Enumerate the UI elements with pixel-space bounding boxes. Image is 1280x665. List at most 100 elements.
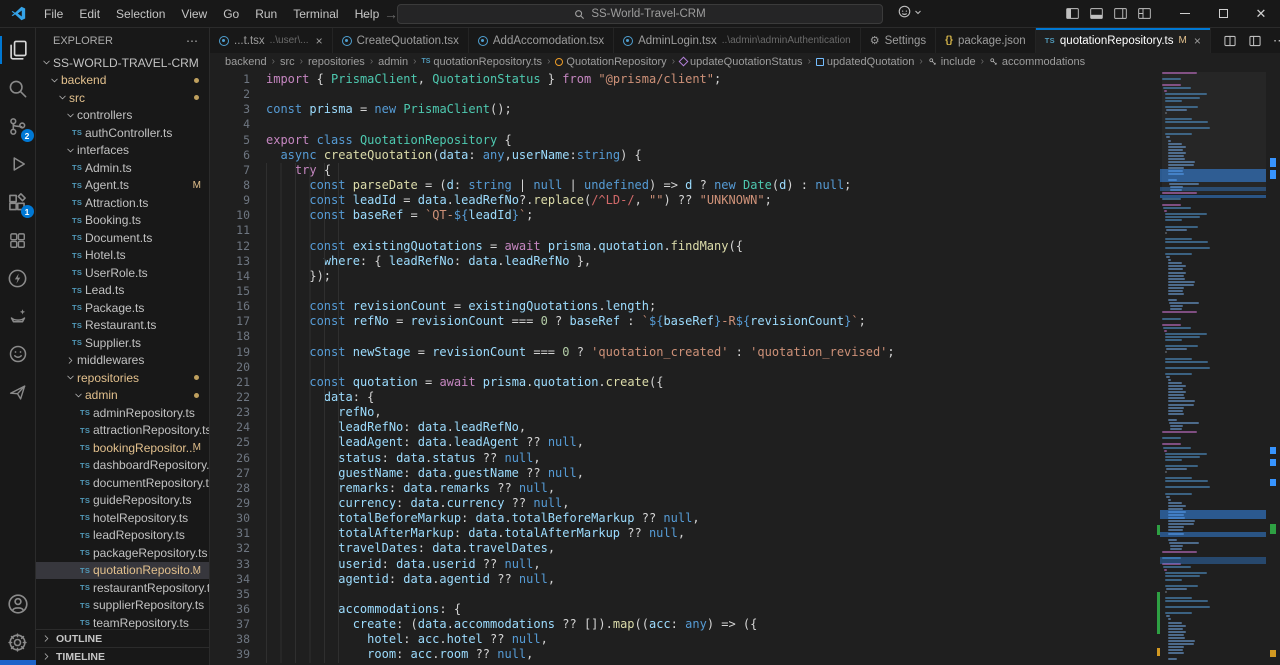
tree-item-supplier-ts[interactable]: TSSupplier.ts	[36, 334, 209, 352]
tree-item-leadrepository-ts[interactable]: TSleadRepository.ts	[36, 527, 209, 545]
tab-settings[interactable]: ⚙Settings	[861, 28, 936, 53]
forward-arrow-icon[interactable]: →	[384, 6, 398, 22]
split-editor-icon[interactable]	[1223, 34, 1237, 48]
tree-item-hotelrepository-ts[interactable]: TShotelRepository.ts	[36, 509, 209, 527]
source-control-icon[interactable]: 2	[0, 107, 36, 145]
minimap-code-line	[1162, 198, 1181, 200]
tree-item-agent-ts[interactable]: TSAgent.tsM	[36, 177, 209, 195]
tree-item-packagerepository-ts[interactable]: TSpackageRepository.ts	[36, 544, 209, 562]
extension-grid-icon[interactable]	[0, 221, 36, 259]
overview-ruler[interactable]	[1267, 70, 1280, 665]
tree-item-teamrepository-ts[interactable]: TSteamRepository.ts	[36, 614, 209, 629]
tree-item-authcontroller-ts[interactable]: TSauthController.ts	[36, 124, 209, 142]
breadcrumb-item-include[interactable]: include	[928, 56, 976, 68]
tree-item-lead-ts[interactable]: TSLead.ts	[36, 282, 209, 300]
minimap-code-line	[1168, 287, 1185, 289]
customize-layout-icon[interactable]	[1137, 6, 1152, 21]
tab-addaccomodation-tsx[interactable]: AddAccomodation.tsx	[469, 28, 614, 53]
breadcrumb-item-updatequotationstatus[interactable]: updateQuotationStatus	[680, 56, 803, 68]
breadcrumb-item-accommodations[interactable]: accommodations	[989, 56, 1085, 68]
extension-lamp-icon[interactable]	[0, 297, 36, 335]
tree-item-supplierrepository-ts[interactable]: TSsupplierRepository.ts	[36, 597, 209, 615]
sidebar-section-outline[interactable]: OUTLINE	[36, 629, 209, 647]
tab-close-icon[interactable]: ×	[316, 34, 323, 48]
tree-item-repositories[interactable]: repositories	[36, 369, 209, 387]
tree-item-src[interactable]: src	[36, 89, 209, 107]
menu-file[interactable]: File	[36, 0, 71, 27]
extension-smiley-icon[interactable]	[0, 335, 36, 373]
menu-terminal[interactable]: Terminal	[285, 0, 346, 27]
extensions-icon[interactable]: 1	[0, 183, 36, 221]
code-text: const prisma = new PrismaClient();	[266, 102, 512, 117]
tree-item-userrole-ts[interactable]: TSUserRole.ts	[36, 264, 209, 282]
tree-item-attraction-ts[interactable]: TSAttraction.ts	[36, 194, 209, 212]
tree-item-restaurantrepository-ts[interactable]: TSrestaurantRepository.ts	[36, 579, 209, 597]
tab-createquotation-tsx[interactable]: CreateQuotation.tsx	[333, 28, 469, 53]
tab-package-json[interactable]: {}package.json	[936, 28, 1036, 53]
breadcrumb-item-quotationrepository[interactable]: QuotationRepository	[555, 56, 666, 68]
breadcrumb-item-quotationrepository-ts[interactable]: TSquotationRepository.ts	[421, 56, 542, 68]
menu-view[interactable]: View	[173, 0, 215, 27]
tree-item-attractionrepository-ts[interactable]: TSattractionRepository.ts	[36, 422, 209, 440]
remote-status-corner[interactable]	[0, 660, 36, 665]
tree-item-hotel-ts[interactable]: TSHotel.ts	[36, 247, 209, 265]
menu-go[interactable]: Go	[215, 0, 247, 27]
tree-item-middlewares[interactable]: middlewares	[36, 352, 209, 370]
minimap-selection-highlight	[1160, 169, 1266, 182]
menu-edit[interactable]: Edit	[71, 0, 108, 27]
extension-plane-icon[interactable]	[0, 373, 36, 411]
tree-item-bookingrepositor-[interactable]: TSbookingRepositor...M	[36, 439, 209, 457]
layout-icon[interactable]	[1248, 34, 1262, 48]
sidebar-section-timeline[interactable]: TIMELINE	[36, 647, 209, 665]
minimize-button[interactable]	[1166, 0, 1204, 27]
search-icon[interactable]	[0, 69, 36, 107]
tree-item-restaurant-ts[interactable]: TSRestaurant.ts	[36, 317, 209, 335]
tree-item-document-ts[interactable]: TSDocument.ts	[36, 229, 209, 247]
menu-selection[interactable]: Selection	[108, 0, 173, 27]
tab-bar: ...t.tsx..\user\...×CreateQuotation.tsxA…	[210, 28, 1280, 53]
run-debug-icon[interactable]	[0, 145, 36, 183]
breadcrumb-item-src[interactable]: src	[280, 56, 295, 68]
account-icon[interactable]	[0, 585, 36, 623]
breadcrumb-item-repositories[interactable]: repositories	[308, 56, 365, 68]
toggle-primary-sidebar-icon[interactable]	[1065, 6, 1080, 21]
maximize-button[interactable]	[1204, 0, 1242, 27]
tree-item-controllers[interactable]: controllers	[36, 107, 209, 125]
menu-run[interactable]: Run	[247, 0, 285, 27]
back-arrow-icon[interactable]: ←	[358, 6, 372, 22]
copilot-menu[interactable]	[897, 4, 922, 19]
toggle-panel-icon[interactable]	[1089, 6, 1104, 21]
line-number: 39	[210, 647, 250, 662]
tree-item-ss-world-travel-crm[interactable]: SS-WORLD-TRAVEL-CRM	[36, 54, 209, 72]
tree-item-package-ts[interactable]: TSPackage.ts	[36, 299, 209, 317]
close-window-button[interactable]: ✕	[1242, 0, 1280, 27]
tree-item-quotationreposito-[interactable]: TSquotationReposito...M	[36, 562, 209, 580]
tree-item-adminrepository-ts[interactable]: TSadminRepository.ts	[36, 404, 209, 422]
explorer-icon[interactable]	[0, 31, 36, 69]
command-center-search[interactable]: SS-World-Travel-CRM	[397, 4, 883, 24]
tree-item-documentrepository-ts[interactable]: TSdocumentRepository.ts	[36, 474, 209, 492]
settings-gear-icon[interactable]	[0, 623, 36, 661]
code-editor[interactable]: 1import { PrismaClient, QuotationStatus …	[210, 70, 1280, 665]
explorer-more-actions-icon[interactable]: ⋯	[186, 34, 199, 48]
tree-item-backend[interactable]: backend	[36, 72, 209, 90]
breadcrumb-item-backend[interactable]: backend	[225, 56, 267, 68]
thunder-client-icon[interactable]	[0, 259, 36, 297]
more-icon[interactable]: ⋯	[1273, 33, 1280, 49]
tree-item-interfaces[interactable]: interfaces	[36, 142, 209, 160]
tree-item-dashboardrepository-ts[interactable]: TSdashboardRepository.ts	[36, 457, 209, 475]
tab--t-tsx[interactable]: ...t.tsx..\user\...×	[210, 28, 333, 53]
breadcrumb-item-updatedquotation[interactable]: updatedQuotation	[816, 56, 914, 68]
minimap[interactable]	[1162, 72, 1266, 665]
tree-item-admin-ts[interactable]: TSAdmin.ts	[36, 159, 209, 177]
toggle-secondary-sidebar-icon[interactable]	[1113, 6, 1128, 21]
minimap-code-line	[1165, 606, 1210, 608]
tree-item-booking-ts[interactable]: TSBooking.ts	[36, 212, 209, 230]
code-line-20: 20	[210, 360, 1280, 375]
tab-quotationrepository-ts[interactable]: TSquotationRepository.tsM×	[1036, 28, 1211, 53]
tab-close-icon[interactable]: ×	[1194, 34, 1201, 48]
tree-item-guiderepository-ts[interactable]: TSguideRepository.ts	[36, 492, 209, 510]
breadcrumb-item-admin[interactable]: admin	[378, 56, 408, 68]
tree-item-admin[interactable]: admin	[36, 387, 209, 405]
tab-adminlogin-tsx[interactable]: AdminLogin.tsx..\admin\adminAuthenticati…	[614, 28, 861, 53]
